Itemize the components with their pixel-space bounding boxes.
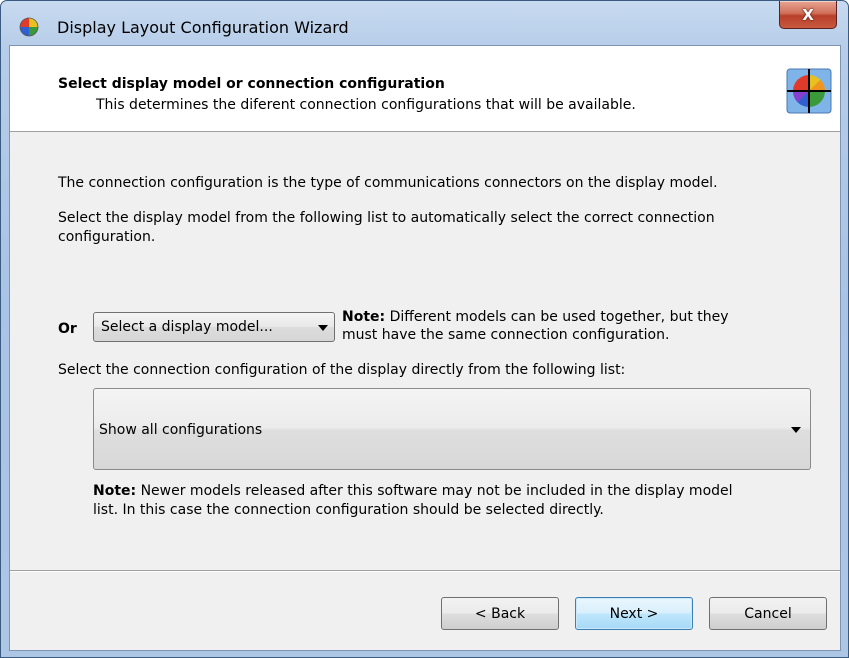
note-model-text: Different models can be used together, b… — [389, 309, 729, 325]
note-label: Note: — [342, 309, 386, 325]
chevron-down-icon — [791, 427, 801, 433]
note-model-line1: Note: Different models can be used toget… — [342, 308, 729, 327]
cancel-button[interactable]: Cancel — [709, 597, 827, 630]
note-newer-line2: list. In this case the connection config… — [93, 502, 604, 518]
wizard-window: Display Layout Configuration Wizard X Se… — [0, 0, 849, 658]
select-model-text-line2: configuration. — [58, 229, 156, 245]
intro-text: The connection configuration is the type… — [58, 175, 718, 191]
connection-config-dropdown-value: Show all configurations — [99, 422, 263, 438]
page-title: Select display model or connection confi… — [58, 76, 445, 92]
wizard-header: Select display model or connection confi… — [10, 46, 840, 132]
note-newer-text: Newer models released after this softwar… — [140, 483, 733, 499]
footer-separator — [10, 570, 840, 572]
wizard-client-area: Select display model or connection confi… — [9, 45, 841, 651]
display-model-dropdown-value: Select a display model... — [101, 319, 273, 335]
note-model-line2: must have the same connection configurat… — [342, 327, 670, 343]
or-label: Or — [58, 321, 77, 337]
back-button[interactable]: < Back — [441, 597, 559, 630]
select-model-text-line1: Select the display model from the follow… — [58, 210, 715, 226]
color-wheel-crosshair-icon — [786, 68, 832, 114]
page-subtitle: This determines the diferent connection … — [96, 97, 636, 113]
display-model-dropdown[interactable]: Select a display model... — [93, 312, 335, 342]
note-label: Note: — [93, 483, 137, 499]
next-button[interactable]: Next > — [575, 597, 693, 630]
connection-config-dropdown[interactable]: Show all configurations — [93, 388, 811, 470]
window-title: Display Layout Configuration Wizard — [57, 18, 349, 37]
close-icon: X — [802, 5, 814, 24]
close-button[interactable]: X — [779, 1, 837, 29]
select-config-text: Select the connection configuration of t… — [58, 362, 626, 378]
note-newer-line1: Note: Newer models released after this s… — [93, 482, 733, 501]
chevron-down-icon — [318, 325, 328, 331]
title-bar[interactable]: Display Layout Configuration Wizard X — [1, 1, 848, 45]
color-wheel-icon — [19, 17, 39, 37]
